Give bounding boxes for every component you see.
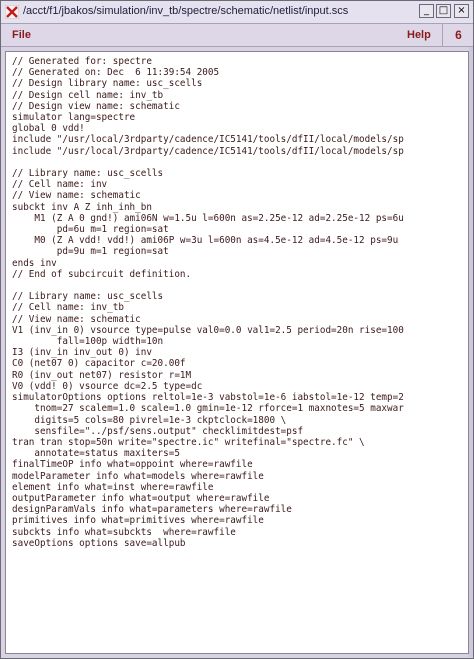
menu-number: 6 — [442, 24, 474, 46]
minimize-button[interactable]: _ — [419, 4, 434, 18]
code-line: // Cell name: inv — [12, 179, 108, 191]
code-line: sensfile="../psf/sens.output" checklimit… — [12, 425, 304, 437]
code-line: simulatorOptions options reltol=1e-3 vab… — [12, 392, 404, 404]
code-line: designParamVals info what=parameters whe… — [12, 504, 292, 516]
code-line: include "/usr/local/3rdparty/cadence/IC5… — [12, 145, 404, 157]
code-line: tran tran stop=50n write="spectre.ic" wr… — [12, 436, 365, 448]
code-line: C0 (net07 0) capacitor c=20.00f — [12, 358, 186, 370]
close-button[interactable]: × — [454, 4, 469, 18]
menu-bar: File Help 6 — [1, 24, 473, 47]
code-line: outputParameter info what=output where=r… — [12, 492, 270, 504]
code-line: // View name: schematic — [12, 190, 141, 202]
code-line: // End of subcircuit definition. — [12, 268, 192, 280]
code-line: include "/usr/local/3rdparty/cadence/IC5… — [12, 134, 404, 146]
code-line: global 0 vdd! — [12, 123, 85, 135]
code-line: finalTimeOP info what=oppoint where=rawf… — [12, 459, 253, 471]
code-line: // Design view name: schematic — [12, 100, 180, 112]
code-line: // Library name: usc_scells — [12, 168, 164, 180]
code-line: // Generated for: spectre — [12, 56, 152, 67]
title-bar[interactable]: /acct/f1/jbakos/simulation/inv_tb/spectr… — [1, 1, 473, 24]
code-line: tnom=27 scalem=1.0 scale=1.0 gmin=1e-12 … — [12, 403, 404, 415]
code-line: pd=9u m=1 region=sat — [12, 246, 169, 258]
window-title: /acct/f1/jbakos/simulation/inv_tb/spectr… — [23, 5, 349, 17]
text-editor[interactable]: // Generated for: spectre // Generated o… — [5, 51, 469, 654]
code-line: subckt inv A Z inh_inh_bn — [12, 201, 152, 213]
code-line: // View name: schematic — [12, 313, 141, 325]
code-line: primitives info what=primitives where=ra… — [12, 515, 264, 527]
code-line: I3 (inv_in inv_out 0) inv — [12, 347, 152, 359]
editor-window: /acct/f1/jbakos/simulation/inv_tb/spectr… — [0, 0, 474, 659]
code-line: V0 (vdd! 0) vsource dc=2.5 type=dc — [12, 380, 203, 392]
menu-help[interactable]: Help — [407, 29, 431, 41]
code-line: M1 (Z A 0 gnd!) ami06N w=1.5u l=600n as=… — [12, 212, 404, 224]
code-line: modelParameter info what=models where=ra… — [12, 470, 264, 482]
code-line: saveOptions options save=allpub — [12, 537, 186, 549]
app-x-icon — [5, 5, 19, 19]
code-line: simulator lang=spectre — [12, 112, 136, 124]
code-line: R0 (inv_out net07) resistor r=1M — [12, 369, 192, 381]
code-line: // Design library name: usc_scells — [12, 78, 203, 90]
code-line: // Generated on: Dec 6 11:39:54 2005 — [12, 67, 220, 79]
code-line: // Cell name: inv_tb — [12, 302, 124, 314]
code-line: V1 (inv_in 0) vsource type=pulse val0=0.… — [12, 324, 404, 336]
code-line: fall=100p width=10n — [12, 336, 164, 348]
maximize-button[interactable]: □ — [436, 4, 451, 18]
menu-file[interactable]: File — [12, 29, 31, 41]
code-line: pd=6u m=1 region=sat — [12, 224, 169, 236]
code-line: element info what=inst where=rawfile — [12, 481, 214, 493]
code-line: M0 (Z A vdd! vdd!) ami06P w=3u l=600n as… — [12, 235, 399, 247]
code-line: subckts info what=subckts where=rawfile — [12, 526, 236, 538]
code-line: annotate=status maxiters=5 — [12, 448, 180, 460]
netlist-text: // Generated for: spectre // Generated o… — [6, 52, 468, 549]
code-line: digits=5 cols=80 pivrel=1e-3 ckptclock=1… — [12, 414, 287, 426]
code-line: ends inv — [12, 257, 57, 269]
code-line: // Library name: usc_scells — [12, 291, 164, 303]
window-edge — [469, 47, 473, 657]
code-line: // Design cell name: inv_tb — [12, 89, 164, 101]
